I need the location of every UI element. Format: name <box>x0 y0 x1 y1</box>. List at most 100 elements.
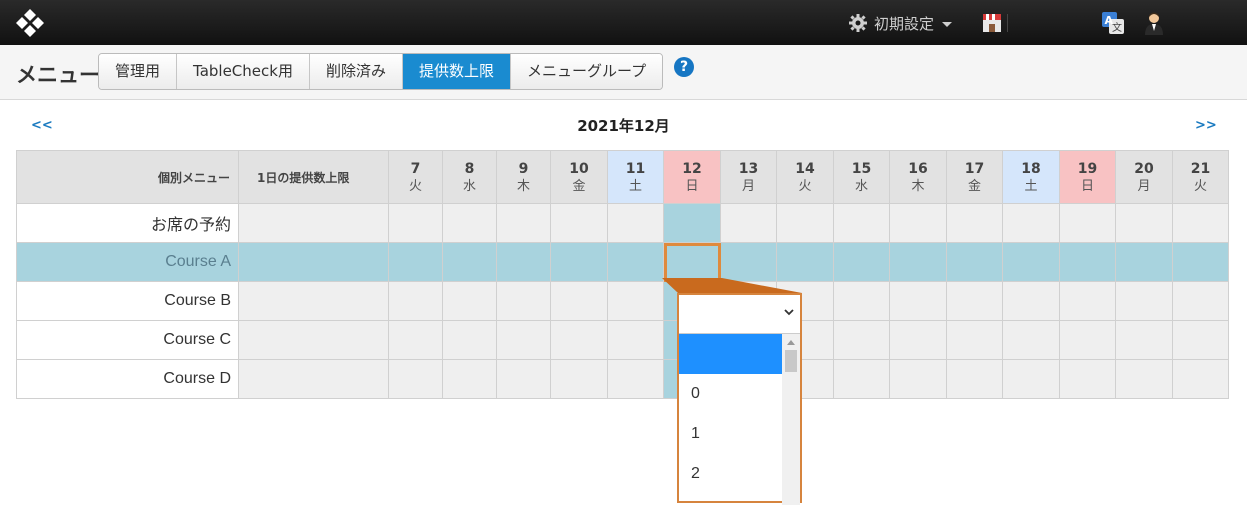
day-cell[interactable] <box>946 281 1003 321</box>
day-cell[interactable] <box>442 242 497 282</box>
day-cell[interactable] <box>1115 203 1173 243</box>
chevron-down-icon <box>942 21 953 27</box>
day-cell[interactable] <box>776 242 834 282</box>
header-daily-limit: 1日の提供数上限 <box>238 150 389 204</box>
top-bar: 初期設定 A 文 <box>0 0 1247 45</box>
day-cell[interactable] <box>889 320 947 360</box>
day-cell[interactable] <box>720 203 777 243</box>
day-cell[interactable] <box>889 242 947 282</box>
limit-select[interactable] <box>679 295 800 331</box>
day-cell[interactable] <box>1059 281 1116 321</box>
header-day-12: 12 日 <box>663 150 721 204</box>
day-cell[interactable] <box>388 320 443 360</box>
day-cell[interactable] <box>833 320 890 360</box>
day-cell[interactable] <box>550 281 608 321</box>
tab-tablecheck[interactable]: TableCheck用 <box>177 54 310 89</box>
next-month-link[interactable]: >> <box>1195 118 1217 133</box>
day-cell[interactable] <box>946 242 1003 282</box>
daily-limit-cell[interactable] <box>238 242 389 282</box>
day-cell[interactable] <box>1002 242 1060 282</box>
settings-menu[interactable]: 初期設定 <box>848 12 953 34</box>
day-cell[interactable] <box>1002 203 1060 243</box>
day-cell[interactable] <box>442 320 497 360</box>
scroll-thumb[interactable] <box>785 350 797 372</box>
shop-icon[interactable] <box>981 12 1003 34</box>
day-weekday: 月 <box>1137 179 1151 194</box>
day-cell[interactable] <box>442 203 497 243</box>
day-cell[interactable] <box>550 320 608 360</box>
day-cell[interactable] <box>1002 359 1060 399</box>
day-cell[interactable] <box>889 203 947 243</box>
header-day-7: 7火 <box>388 150 443 204</box>
day-cell[interactable] <box>442 359 497 399</box>
day-cell[interactable] <box>1172 203 1229 243</box>
daily-limit-cell[interactable] <box>238 203 389 243</box>
selected-day-cell[interactable] <box>663 242 721 282</box>
day-cell[interactable] <box>663 203 721 243</box>
gear-icon <box>849 14 867 32</box>
translate-icon[interactable]: A 文 <box>1102 12 1124 34</box>
day-weekday: 日 <box>1080 179 1094 194</box>
day-cell[interactable] <box>1172 242 1229 282</box>
day-cell[interactable] <box>1002 281 1060 321</box>
help-icon[interactable]: ? <box>674 57 694 77</box>
day-cell[interactable] <box>388 203 443 243</box>
day-cell[interactable] <box>1002 320 1060 360</box>
day-cell[interactable] <box>833 203 890 243</box>
day-cell[interactable] <box>1059 242 1116 282</box>
daily-limit-cell[interactable] <box>238 359 389 399</box>
day-cell[interactable] <box>1059 203 1116 243</box>
day-cell[interactable] <box>496 281 551 321</box>
day-cell[interactable] <box>776 203 834 243</box>
day-weekday: 水 <box>462 179 476 194</box>
day-cell[interactable] <box>1059 320 1116 360</box>
app-logo-icon[interactable] <box>14 7 46 39</box>
day-cell[interactable] <box>550 359 608 399</box>
day-cell[interactable] <box>607 320 664 360</box>
day-cell[interactable] <box>388 242 443 282</box>
tab-supply-limit[interactable]: 提供数上限 <box>402 54 511 89</box>
day-cell[interactable] <box>496 320 551 360</box>
day-cell[interactable] <box>1115 359 1173 399</box>
day-cell[interactable] <box>442 281 497 321</box>
day-cell[interactable] <box>1115 281 1173 321</box>
day-cell[interactable] <box>1115 242 1173 282</box>
daily-limit-cell[interactable] <box>238 320 389 360</box>
day-cell[interactable] <box>607 203 664 243</box>
day-cell[interactable] <box>607 281 664 321</box>
tab-deleted[interactable]: 削除済み <box>309 54 403 89</box>
day-cell[interactable] <box>607 242 664 282</box>
options-scrollbar[interactable] <box>782 334 800 505</box>
day-cell[interactable] <box>388 359 443 399</box>
header-day-17: 17 金 <box>946 150 1003 204</box>
day-cell[interactable] <box>496 203 551 243</box>
settings-label: 初期設定 <box>874 14 935 33</box>
day-cell[interactable] <box>946 320 1003 360</box>
user-avatar-icon[interactable] <box>1143 11 1165 35</box>
day-cell[interactable] <box>889 359 947 399</box>
limit-options-list[interactable]: 0 1 2 <box>679 333 800 505</box>
tab-menu-group[interactable]: メニューグループ <box>510 54 663 89</box>
day-cell[interactable] <box>496 359 551 399</box>
day-cell[interactable] <box>550 203 608 243</box>
day-cell[interactable] <box>550 242 608 282</box>
day-cell[interactable] <box>496 242 551 282</box>
day-cell[interactable] <box>1172 281 1229 321</box>
day-cell[interactable] <box>946 359 1003 399</box>
day-cell[interactable] <box>607 359 664 399</box>
day-cell[interactable] <box>833 242 890 282</box>
prev-month-link[interactable]: << <box>31 118 53 133</box>
scroll-up-arrow-icon[interactable] <box>787 340 795 345</box>
tab-admin[interactable]: 管理用 <box>99 54 178 89</box>
day-cell[interactable] <box>833 359 890 399</box>
day-cell[interactable] <box>1059 359 1116 399</box>
daily-limit-cell[interactable] <box>238 281 389 321</box>
day-cell[interactable] <box>388 281 443 321</box>
day-cell[interactable] <box>1115 320 1173 360</box>
day-cell[interactable] <box>720 242 777 282</box>
day-cell[interactable] <box>833 281 890 321</box>
day-cell[interactable] <box>1172 359 1229 399</box>
day-cell[interactable] <box>946 203 1003 243</box>
day-cell[interactable] <box>889 281 947 321</box>
day-cell[interactable] <box>1172 320 1229 360</box>
